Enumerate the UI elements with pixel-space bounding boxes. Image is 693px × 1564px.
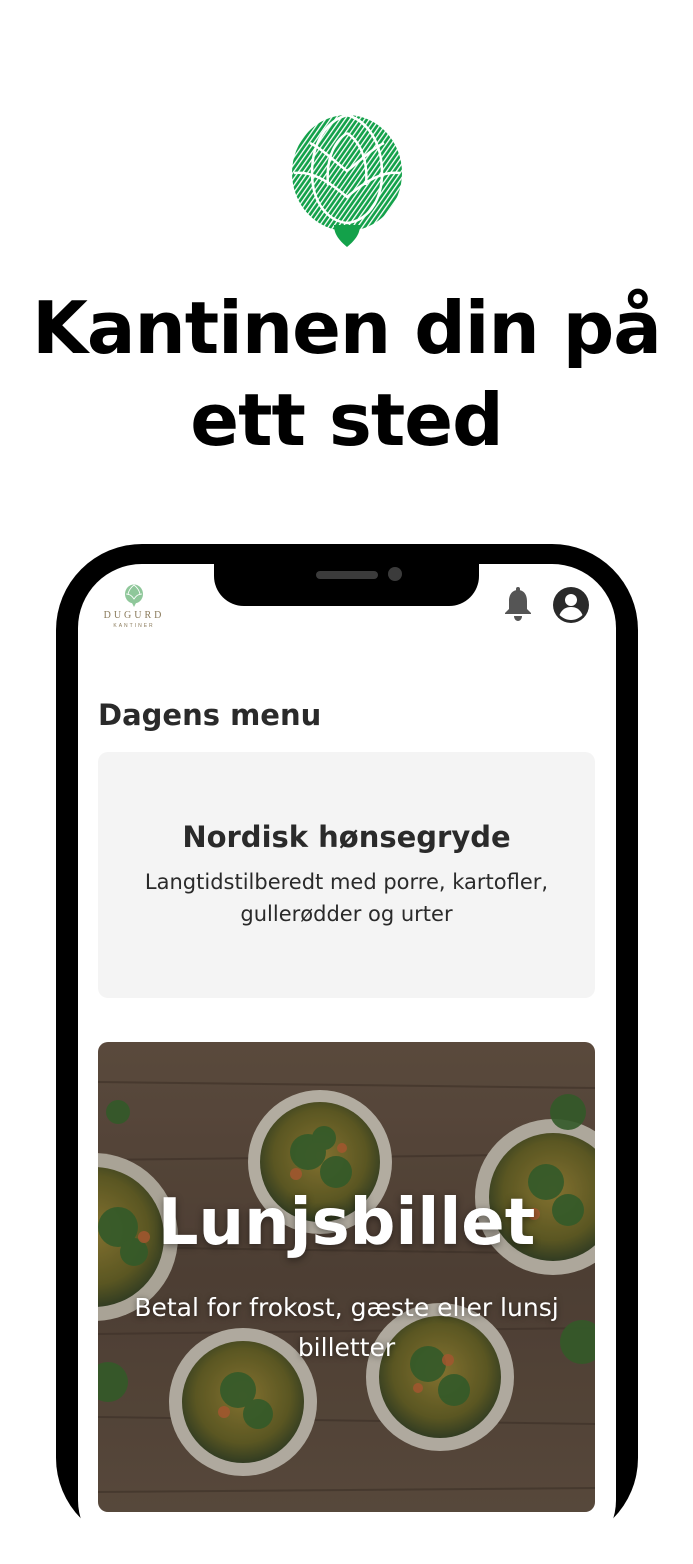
brand-artichoke-icon [125, 584, 143, 607]
artichoke-logo-icon [292, 113, 402, 247]
phone-speaker [316, 571, 378, 579]
brand-subtitle: KANTINER [113, 623, 155, 629]
dish-name: Nordisk hønsegryde [182, 820, 511, 854]
headline-line-2: ett sted [190, 378, 503, 462]
lunch-ticket-card[interactable] [98, 1042, 595, 1512]
brand-name: DUGURD [103, 610, 165, 621]
account-circle-icon[interactable] [552, 586, 590, 624]
headline-line-1: Kantinen din på [32, 286, 662, 370]
dish-description: Langtidstilberedt med porre, kartofler, … [144, 870, 549, 926]
bell-icon[interactable] [502, 586, 534, 622]
lunch-ticket-title: Lunjsbillet [157, 1186, 536, 1260]
section-title-daily-menu: Dagens menu [98, 698, 322, 732]
lunch-ticket-description: Betal for frokost, gæste eller lunsj bil… [134, 1293, 559, 1362]
headline: Kantinen din på ett sted [0, 282, 693, 466]
soup-bowls-background-image [98, 1042, 595, 1512]
phone-camera [388, 567, 402, 581]
